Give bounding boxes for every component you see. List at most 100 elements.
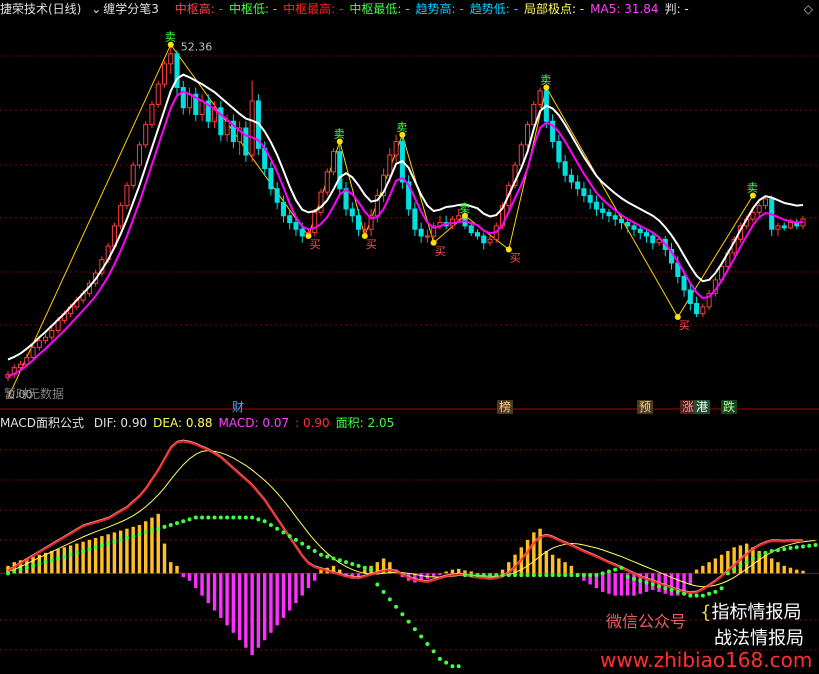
green-dot	[494, 573, 499, 578]
event-badge[interactable]: 预	[637, 400, 654, 414]
green-dot	[544, 573, 549, 578]
bracket-icon: {	[700, 602, 712, 623]
green-dot	[588, 573, 593, 578]
green-dot	[707, 591, 712, 596]
chart-canvas[interactable]: 卖买卖买卖买卖买卖买卖52.360.00暂时无数据	[0, 0, 819, 674]
green-dot	[450, 664, 455, 669]
green-dot	[456, 664, 461, 669]
event-badge[interactable]: 财	[230, 400, 246, 414]
green-dot	[250, 515, 255, 520]
candle-body	[481, 235, 487, 244]
no-data-label: 暂时无数据	[4, 386, 64, 401]
green-dot	[625, 575, 630, 580]
green-dot	[738, 563, 743, 568]
green-dot	[200, 515, 205, 520]
green-dot	[688, 593, 693, 598]
green-dot	[56, 556, 61, 561]
candle-body	[168, 53, 174, 65]
buy-mark: 买	[309, 238, 320, 251]
candle-body	[337, 151, 343, 190]
event-badge[interactable]: 港	[694, 400, 711, 414]
green-dot	[81, 549, 86, 553]
candle-body	[243, 127, 249, 156]
green-dot	[293, 537, 298, 542]
candle-body	[606, 211, 612, 217]
green-dot	[43, 560, 48, 565]
green-dot	[350, 562, 355, 567]
candle-body	[274, 188, 280, 203]
green-dot	[212, 515, 217, 520]
green-dot	[18, 567, 23, 572]
green-dot	[694, 593, 699, 598]
green-dot	[431, 649, 436, 654]
green-dot	[725, 571, 730, 576]
candle-body	[593, 201, 599, 210]
candle-body	[781, 225, 787, 229]
green-dot	[475, 573, 480, 578]
green-dot	[193, 515, 198, 520]
green-dot	[506, 573, 511, 578]
candle-body	[612, 215, 618, 220]
sell-mark: 卖	[540, 74, 551, 87]
green-dot	[218, 515, 223, 520]
candle-body	[362, 228, 368, 231]
candle-body	[775, 225, 781, 230]
green-dot	[644, 580, 649, 585]
green-dot	[225, 515, 230, 520]
green-dot	[325, 554, 330, 559]
green-dot	[794, 545, 799, 550]
candle-body	[330, 151, 337, 173]
green-dot	[387, 597, 392, 602]
candle-body	[531, 103, 537, 126]
green-dot	[256, 517, 261, 522]
candle-body	[525, 124, 531, 146]
candle-body	[161, 63, 168, 85]
green-dot	[412, 627, 417, 632]
candle-body	[118, 205, 124, 227]
candle-body	[568, 174, 574, 183]
candle-body	[762, 198, 768, 207]
green-dot	[732, 567, 737, 572]
green-dot	[782, 547, 787, 552]
green-dot	[237, 515, 242, 520]
candle-body	[637, 228, 643, 234]
green-dot	[569, 573, 574, 578]
green-dot	[600, 571, 605, 576]
green-dot	[807, 543, 812, 548]
event-badge[interactable]: 榜	[497, 400, 514, 414]
green-dot	[513, 573, 518, 578]
green-dot	[12, 569, 17, 574]
candle-body	[393, 141, 399, 156]
green-dot	[425, 641, 430, 646]
green-dot	[74, 550, 79, 555]
candle-body	[130, 164, 136, 186]
green-dot	[469, 573, 474, 578]
watermark-line-a: {指标情报局	[700, 598, 801, 624]
candle-body	[149, 103, 155, 126]
candle-body	[687, 289, 693, 304]
candle-body	[387, 154, 393, 176]
candle-body	[318, 191, 324, 213]
green-dot	[131, 534, 136, 539]
green-dot	[312, 549, 317, 553]
green-dot	[713, 589, 718, 594]
green-dot	[563, 573, 568, 578]
green-dot	[400, 612, 405, 617]
green-dot	[575, 573, 580, 578]
green-dot	[49, 558, 54, 563]
candle-body	[324, 171, 330, 193]
green-dot	[519, 573, 524, 578]
candle-body	[681, 276, 687, 291]
event-badge[interactable]: 跌	[721, 400, 738, 414]
green-dot	[93, 545, 98, 550]
candle-body	[487, 238, 493, 244]
green-dot	[175, 521, 180, 526]
green-dot	[538, 573, 543, 578]
green-dot	[87, 547, 92, 552]
green-dot	[206, 515, 211, 520]
candle-body	[750, 211, 756, 220]
candle-body	[562, 161, 568, 176]
green-dot	[531, 573, 536, 578]
candle-body	[268, 168, 274, 190]
candle-body	[143, 124, 149, 146]
